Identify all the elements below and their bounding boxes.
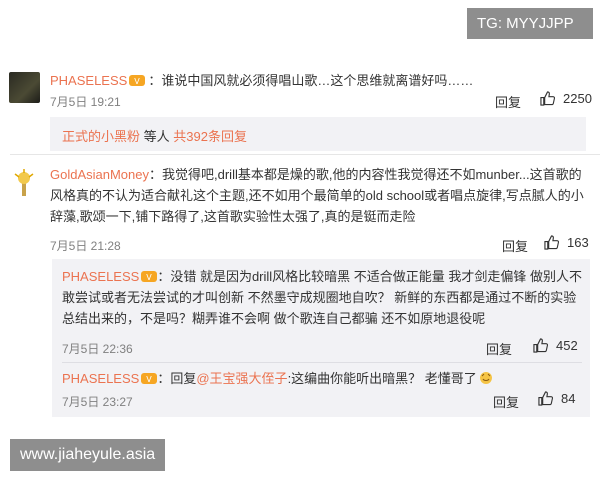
svg-text:V: V: [147, 273, 153, 282]
like-button[interactable]: 452: [533, 338, 578, 353]
username[interactable]: PHASELESS: [62, 269, 139, 284]
vip-badge-icon: V: [141, 268, 158, 282]
username[interactable]: GoldAsianMoney: [50, 167, 149, 182]
vip-badge-icon: V: [129, 73, 146, 87]
more-replies-count[interactable]: 共392条回复: [173, 129, 247, 144]
avatar[interactable]: [9, 72, 40, 103]
like-count: 84: [561, 391, 576, 406]
reply-body: PHASELESS V ：回复@王宝强大侄子:这编曲你能听出暗黑？ 老懂哥了: [62, 368, 582, 391]
reply-button[interactable]: 回复: [495, 92, 521, 111]
like-count: 163: [567, 235, 589, 250]
thumbs-up-icon: [538, 391, 553, 406]
like-button[interactable]: 2250: [540, 91, 592, 106]
watermark-bottom: www.jiaheyule.asia: [10, 439, 166, 471]
timestamp: 7月5日 19:21: [50, 95, 121, 109]
more-replies-panel[interactable]: 正式的小黑粉 等人 共392条回复: [50, 117, 586, 151]
timestamp: 7月5日 23:27: [62, 395, 133, 409]
username[interactable]: PHASELESS: [62, 371, 139, 386]
timestamp: 7月5日 21:28: [50, 239, 121, 253]
replies-panel: PHASELESS V ：没错 就是因为drill风格比较暗黑 不适合做正能量 我才…: [52, 259, 590, 417]
svg-text:V: V: [147, 375, 153, 384]
reply-text: :这编曲你能听出暗黑？ 老懂哥了: [287, 371, 477, 386]
username[interactable]: PHASELESS: [50, 73, 127, 88]
reply-button[interactable]: 回复: [486, 339, 512, 358]
timestamp: 7月5日 22:36: [62, 342, 133, 356]
vip-badge-icon: V: [141, 370, 158, 384]
clap-hands-emoji: [479, 370, 493, 391]
divider: [62, 362, 582, 363]
comment-header: PHASELESS V ：谁说中国风就必须得唱山歌…这个思维就离谱好吗……: [50, 73, 474, 88]
avatar[interactable]: [9, 168, 40, 199]
watermark-top: TG: MYYJJPP: [467, 8, 593, 39]
reply-button[interactable]: 回复: [493, 392, 519, 411]
more-replies-user[interactable]: 正式的小黑粉: [62, 129, 140, 144]
thumbs-up-icon: [540, 91, 555, 106]
reply-body: PHASELESS V ：没错 就是因为drill风格比较暗黑 不适合做正能量 我才…: [62, 268, 583, 326]
more-replies-link[interactable]: 正式的小黑粉 等人 共392条回复: [62, 126, 247, 145]
comment-text: 谁说中国风就必须得唱山歌…这个思维就离谱好吗……: [161, 73, 474, 88]
like-count: 452: [556, 338, 578, 353]
reply-prefix: 回复: [170, 371, 197, 386]
svg-text:V: V: [135, 77, 141, 86]
thumbs-up-icon: [533, 338, 548, 353]
like-button[interactable]: 84: [538, 391, 575, 406]
mention-link[interactable]: @王宝强大侄子: [196, 371, 287, 386]
comment-body: GoldAsianMoney：我觉得吧,drill基本都是燥的歌,他的内容性我觉…: [50, 167, 584, 224]
more-replies-mid: 等人: [140, 129, 174, 144]
reply-button[interactable]: 回复: [502, 236, 528, 255]
like-count: 2250: [563, 91, 592, 106]
thumbs-up-icon: [544, 235, 559, 250]
reply-text: 没错 就是因为drill风格比较暗黑 不适合做正能量 我才剑走偏锋 做别人不敢尝…: [62, 269, 583, 326]
divider: [10, 154, 600, 155]
like-button[interactable]: 163: [544, 235, 589, 250]
